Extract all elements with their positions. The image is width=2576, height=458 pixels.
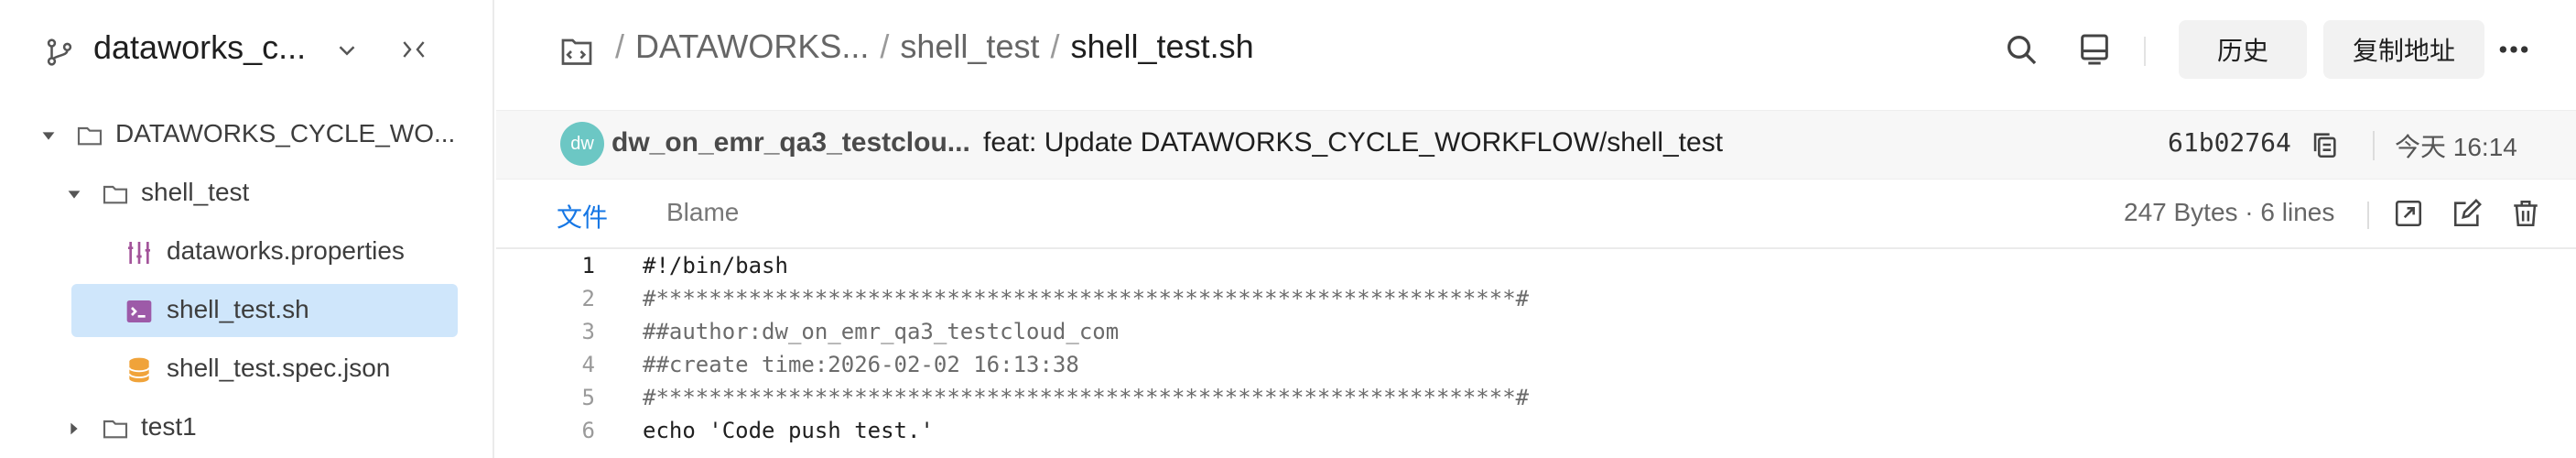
file-toolbar-divider: [2367, 202, 2369, 229]
commit-hash[interactable]: 61b02764: [2168, 127, 2291, 158]
layout-toggle-icon[interactable]: [2076, 31, 2113, 68]
caret-down-icon[interactable]: [38, 125, 59, 146]
file-tree-sidebar: dataworks_c... DATAWORKS_CYCLE_WO... she…: [0, 0, 494, 458]
code-text: #***************************************…: [643, 286, 1530, 311]
code-line: 6 echo 'Code push test.': [496, 414, 2576, 447]
code-line: 3 ##author:dw_on_emr_qa3_testcloud_com: [496, 315, 2576, 348]
avatar: dw: [560, 122, 604, 166]
commit-time: 今天 16:14: [2395, 133, 2517, 161]
tree-item-label: shell_test.sh: [167, 295, 309, 323]
commit-message[interactable]: feat: Update DATAWORKS_CYCLE_WORKFLOW/sh…: [983, 127, 1723, 158]
tree-item-dataworks-cycle-workflow[interactable]: DATAWORKS_CYCLE_WO...: [0, 106, 494, 165]
toolbar-divider: [2144, 37, 2146, 66]
line-number: 1: [581, 253, 595, 278]
copy-icon[interactable]: [2309, 129, 2340, 160]
breadcrumb-folder[interactable]: shell_test: [900, 27, 1039, 66]
line-number: 6: [581, 418, 595, 443]
caret-down-icon[interactable]: [64, 184, 84, 204]
code-text: ##create time:2026-02-02 16:13:38: [643, 352, 1079, 377]
chevron-down-icon[interactable]: [333, 37, 361, 64]
code-line: 4 ##create time:2026-02-02 16:13:38: [496, 348, 2576, 381]
code-text: ##author:dw_on_emr_qa3_testcloud_com: [643, 319, 1120, 344]
folder-icon: [103, 420, 128, 439]
line-number: 2: [581, 286, 595, 311]
tree-item-label: dataworks.properties: [167, 236, 405, 265]
search-icon[interactable]: [2003, 31, 2040, 68]
tree-item-label: shell_test: [141, 178, 250, 206]
code-line: 1 #!/bin/bash: [496, 249, 2576, 282]
breadcrumb-separator: /: [880, 27, 890, 65]
tree-item-label: shell_test.spec.json: [167, 354, 391, 382]
tree-item-label: DATAWORKS_CYCLE_WO...: [115, 119, 456, 147]
delete-icon[interactable]: [2510, 198, 2541, 229]
file-view: / DATAWORKS... / shell_test / shell_test…: [496, 0, 2576, 458]
code-text: #!/bin/bash: [643, 253, 788, 278]
repo-name[interactable]: dataworks_c...: [93, 28, 306, 67]
line-number: 3: [581, 319, 595, 344]
line-number: 4: [581, 352, 595, 377]
database-icon: [128, 357, 150, 383]
top-toolbar: / DATAWORKS... / shell_test / shell_test…: [496, 0, 2576, 103]
branch-icon: [47, 38, 72, 66]
file-size-info: 247 Bytes · 6 lines: [2124, 198, 2335, 226]
copy-address-button[interactable]: 复制地址: [2323, 20, 2484, 79]
breadcrumb-separator: /: [615, 27, 625, 65]
collapse-sidebar-icon[interactable]: [399, 35, 428, 64]
history-button[interactable]: 历史: [2179, 20, 2307, 79]
code-repo-icon: [561, 38, 592, 65]
breadcrumb-current-file: shell_test.sh: [1070, 27, 1254, 65]
tree-item-label: test1: [141, 412, 197, 441]
commit-author[interactable]: dw_on_emr_qa3_testclou...: [612, 127, 970, 158]
folder-icon: [77, 126, 103, 146]
code-line: 2 #*************************************…: [496, 282, 2576, 315]
caret-right-icon[interactable]: [64, 419, 84, 439]
file-tabs-bar: 文件 Blame 247 Bytes · 6 lines: [496, 180, 2576, 249]
code-line: 5 #*************************************…: [496, 381, 2576, 414]
breadcrumb-separator: /: [1050, 27, 1060, 65]
repo-header: dataworks_c...: [0, 0, 494, 103]
breadcrumb-workflow[interactable]: DATAWORKS...: [635, 27, 869, 66]
tab-blame[interactable]: Blame: [666, 198, 739, 227]
open-external-icon[interactable]: [2393, 198, 2424, 229]
tree-item-shell-test-folder[interactable]: shell_test: [0, 165, 494, 224]
breadcrumb: / DATAWORKS... / shell_test / shell_test…: [604, 27, 1254, 66]
tree-item-dataworks-properties[interactable]: dataworks.properties: [0, 224, 494, 282]
code-text: #***************************************…: [643, 385, 1530, 410]
tree-item-shell-test-sh[interactable]: shell_test.sh: [0, 282, 494, 341]
tree-item-shell-test-spec-json[interactable]: shell_test.spec.json: [0, 341, 494, 399]
more-options-icon[interactable]: [2495, 31, 2532, 68]
shell-script-icon: [126, 300, 152, 322]
commit-divider: [2373, 131, 2375, 160]
commit-info-bar: dw dw_on_emr_qa3_testclou... feat: Updat…: [496, 110, 2576, 180]
edit-icon[interactable]: [2452, 198, 2483, 229]
code-text: echo 'Code push test.': [643, 418, 934, 443]
line-number: 5: [581, 385, 595, 410]
tree-item-test1-folder[interactable]: test1: [0, 399, 494, 458]
properties-icon: [128, 242, 150, 264]
tab-file[interactable]: 文件: [557, 198, 608, 234]
folder-icon: [103, 185, 128, 204]
